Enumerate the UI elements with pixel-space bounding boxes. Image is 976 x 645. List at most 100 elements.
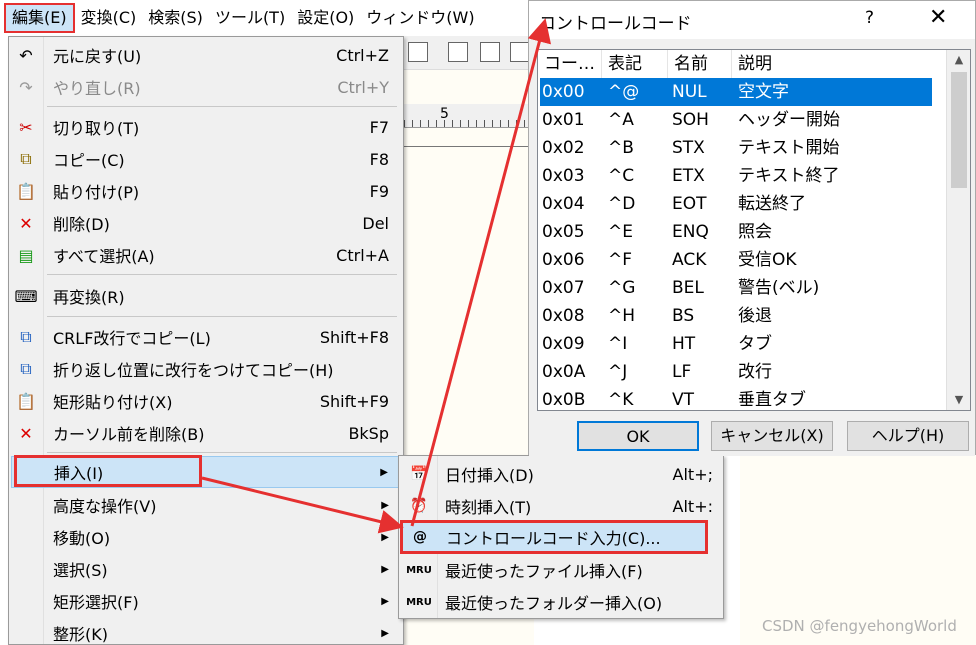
help-button[interactable]: ヘルプ(H): [847, 421, 969, 451]
submenu-item-recent-folder[interactable]: MRU 最近使ったフォルダー挿入(O): [401, 586, 721, 618]
menu-item-shortcut: Del: [362, 213, 389, 233]
menu-item-select[interactable]: 選択(S) ▶: [11, 553, 401, 585]
menu-item-box-paste[interactable]: 📋 矩形貼り付け(X) Shift+F9: [11, 385, 401, 417]
menu-item-label: やり直し(R): [53, 79, 141, 98]
cancel-button[interactable]: キャンセル(X): [711, 421, 833, 451]
menu-settings[interactable]: 設定(O): [291, 3, 360, 33]
scroll-down-icon[interactable]: ▼: [947, 390, 970, 410]
menu-item-copy[interactable]: ⧉ コピー(C) F8: [11, 143, 401, 175]
paste-icon: 📋: [16, 181, 36, 201]
table-row[interactable]: 0x08 ^H BS 後退: [540, 302, 932, 330]
select-all-icon: ▤: [18, 245, 34, 265]
menu-convert[interactable]: 変換(C): [75, 3, 143, 33]
column-header-notation[interactable]: 表記: [602, 50, 668, 78]
menu-item-select-all[interactable]: ▤ すべて選択(A) Ctrl+A: [11, 239, 401, 271]
menu-item-reconvert[interactable]: ⌨ 再変換(R): [11, 280, 401, 312]
table-row[interactable]: 0x05 ^E ENQ 照会: [540, 218, 932, 246]
menu-item-format[interactable]: 整形(K) ▶: [11, 617, 401, 645]
menu-bar: 編集(E) 変換(C) 検索(S) ツール(T) 設定(O) ウィンドウ(W): [0, 0, 530, 36]
menu-tools[interactable]: ツール(T): [209, 3, 291, 33]
list-scrollbar[interactable]: ▲ ▼: [946, 50, 970, 410]
table-cell: ^E: [608, 222, 633, 242]
backspace-icon: ✕: [19, 423, 33, 443]
table-cell: テキスト開始: [738, 138, 840, 158]
scroll-up-icon[interactable]: ▲: [947, 50, 970, 70]
table-cell: タブ: [738, 334, 772, 354]
menu-item-shortcut: Ctrl+Y: [337, 77, 389, 97]
menu-item-move[interactable]: 移動(O) ▶: [11, 521, 401, 553]
table-cell: ^G: [608, 278, 636, 298]
table-cell: 0x05: [542, 222, 585, 242]
menu-item-backspace[interactable]: ✕ カーソル前を削除(B) BkSp: [11, 417, 401, 449]
menu-item-label: 最近使ったフォルダー挿入(O): [445, 594, 663, 613]
dialog-titlebar[interactable]: コントロールコード ? ✕: [529, 1, 975, 39]
table-row[interactable]: 0x03 ^C ETX テキスト終了: [540, 162, 932, 190]
menu-item-delete[interactable]: ✕ 削除(D) Del: [11, 207, 401, 239]
help-icon[interactable]: ?: [865, 8, 874, 28]
submenu-item-recent-file[interactable]: MRU 最近使ったファイル挿入(F): [401, 554, 721, 586]
table-cell: ^@: [608, 82, 640, 102]
menu-item-copy-crlf[interactable]: ⧉ CRLF改行でコピー(L) Shift+F8: [11, 321, 401, 353]
table-row[interactable]: 0x02 ^B STX テキスト開始: [540, 134, 932, 162]
menu-item-label: コントロールコード入力(C)...: [446, 529, 661, 548]
table-cell: HT: [672, 334, 696, 354]
toolbar-grep-icon[interactable]: [448, 42, 468, 62]
toolbar-outline-icon[interactable]: [510, 42, 530, 62]
box-paste-icon: 📋: [16, 391, 36, 411]
column-header-name[interactable]: 名前: [668, 50, 732, 78]
menu-item-shortcut: F7: [369, 117, 389, 137]
scroll-thumb[interactable]: [951, 72, 967, 188]
table-cell: 受信OK: [738, 250, 797, 270]
menu-item-box-select[interactable]: 矩形選択(F) ▶: [11, 585, 401, 617]
menu-item-label: 再変換(R): [53, 288, 125, 307]
menu-item-copy-wrap[interactable]: ⧉ 折り返し位置に改行をつけてコピー(H): [11, 353, 401, 385]
table-row[interactable]: 0x07 ^G BEL 警告(ベル): [540, 274, 932, 302]
control-code-list[interactable]: コー… 表記 名前 説明 0x00 ^@ NUL 空文字 0x01 ^A SOH ヘッダー開始…: [537, 49, 971, 411]
dialog-title: コントロールコード: [539, 14, 692, 34]
table-row[interactable]: 0x0B ^K VT 垂直タブ: [540, 386, 932, 410]
table-row[interactable]: 0x09 ^I HT タブ: [540, 330, 932, 358]
table-row[interactable]: 0x0A ^J LF 改行: [540, 358, 932, 386]
menu-item-label: 矩形貼り付け(X): [53, 393, 173, 412]
table-row[interactable]: 0x06 ^F ACK 受信OK: [540, 246, 932, 274]
submenu-item-date[interactable]: 📅 日付挿入(D) Alt+;: [401, 458, 721, 490]
menu-item-shortcut: Ctrl+A: [336, 245, 389, 265]
dialog-body: コー… 表記 名前 説明 0x00 ^@ NUL 空文字 0x01 ^A SOH ヘッダー開始…: [529, 39, 975, 456]
menu-item-redo[interactable]: ↷ やり直し(R) Ctrl+Y: [11, 71, 401, 103]
edit-menu: ↶ 元に戻す(U) Ctrl+Z ↷ やり直し(R) Ctrl+Y ✂ 切り取り…: [8, 36, 404, 645]
submenu-item-time[interactable]: ⏰ 時刻挿入(T) Alt+:: [401, 490, 721, 522]
reconvert-icon: ⌨: [14, 286, 38, 306]
submenu-arrow-icon: ▶: [381, 499, 389, 511]
table-cell: ^K: [608, 390, 634, 410]
table-row[interactable]: 0x04 ^D EOT 転送終了: [540, 190, 932, 218]
menu-item-paste[interactable]: 📋 貼り付け(P) F9: [11, 175, 401, 207]
delete-icon: ✕: [19, 213, 33, 233]
ok-button[interactable]: OK: [577, 421, 699, 451]
copy-icon: ⧉: [20, 149, 32, 168]
table-cell: 警告(ベル): [738, 278, 820, 298]
table-cell: ^F: [608, 250, 633, 270]
submenu-item-control-code[interactable]: @ コントロールコード入力(C)...: [400, 520, 708, 554]
table-cell: ^C: [608, 166, 635, 186]
menu-item-advanced[interactable]: 高度な操作(V) ▶: [11, 489, 401, 521]
table-cell: ^D: [608, 194, 636, 214]
table-cell: 0x01: [542, 110, 585, 130]
menu-item-undo[interactable]: ↶ 元に戻す(U) Ctrl+Z: [11, 39, 401, 71]
column-header-code[interactable]: コー…: [538, 50, 602, 78]
table-cell: ETX: [672, 166, 705, 186]
close-icon[interactable]: ✕: [929, 5, 947, 30]
table-cell: テキスト終了: [738, 166, 840, 186]
submenu-arrow-icon: ▶: [381, 531, 389, 543]
menu-edit[interactable]: 編集(E): [4, 3, 75, 33]
menu-item-cut[interactable]: ✂ 切り取り(T) F7: [11, 111, 401, 143]
menu-window[interactable]: ウィンドウ(W): [360, 3, 480, 33]
toolbar-tree-icon[interactable]: [408, 42, 428, 62]
table-row[interactable]: 0x01 ^A SOH ヘッダー開始: [540, 106, 932, 134]
menu-item-label: 折り返し位置に改行をつけてコピー(H): [53, 361, 334, 380]
toolbar-grep-replace-icon[interactable]: [480, 42, 500, 62]
menu-item-label: 移動(O): [53, 529, 111, 548]
table-row[interactable]: 0x00 ^@ NUL 空文字: [540, 78, 932, 106]
column-header-description[interactable]: 説明: [732, 50, 946, 78]
table-cell: 0x00: [542, 82, 585, 102]
menu-search[interactable]: 検索(S): [142, 3, 209, 33]
